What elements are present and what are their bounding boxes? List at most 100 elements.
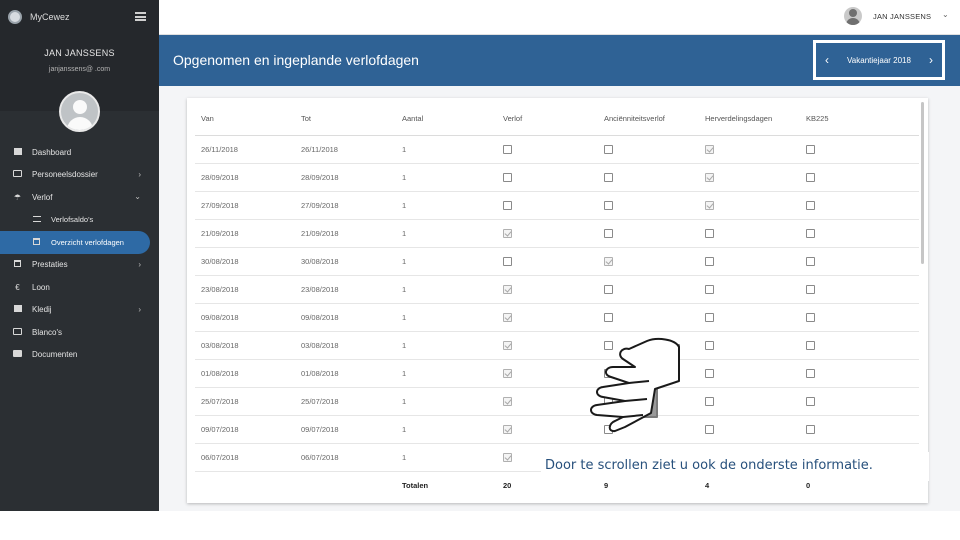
column-header-ancienniteitsverlof[interactable]: Anciënniteitsverlof xyxy=(598,103,699,136)
checkbox-cell xyxy=(699,331,800,360)
chevron-down-icon: ⌄ xyxy=(134,192,141,201)
checkbox-cell xyxy=(598,191,699,220)
kb225-checkbox[interactable] xyxy=(806,256,815,266)
kb225-checkbox[interactable] xyxy=(806,368,815,378)
verlof-checkbox[interactable] xyxy=(503,368,512,378)
page-title: Opgenomen en ingeplande verlofdagen xyxy=(173,52,419,68)
sidebar-item-label: Blanco's xyxy=(32,327,62,337)
verlof-checkbox[interactable] xyxy=(503,396,512,406)
cell-tot: 03/08/2018 xyxy=(295,331,396,360)
sidebar-item-prestaties[interactable]: Prestaties › xyxy=(0,254,159,277)
checkbox-cell xyxy=(800,275,919,304)
ancienniteitsverlof-checkbox[interactable] xyxy=(604,228,613,238)
user-menu-caret-icon[interactable]: ⌄ xyxy=(942,10,949,19)
sidebar-item-loon[interactable]: € Loon xyxy=(0,276,159,299)
cell-tot: 28/09/2018 xyxy=(295,163,396,192)
sidebar-item-kledij[interactable]: Kledij › xyxy=(0,299,159,322)
herverdelingsdagen-checkbox[interactable] xyxy=(705,256,714,266)
herverdelingsdagen-checkbox[interactable] xyxy=(705,368,714,378)
herverdelingsdagen-checkbox[interactable] xyxy=(705,200,714,210)
palm-tree-icon: ☂ xyxy=(13,192,22,202)
kb225-checkbox[interactable] xyxy=(806,424,815,434)
hamburger-menu-icon[interactable] xyxy=(135,12,146,21)
totals-label: Totalen xyxy=(402,480,429,490)
cell-van: 23/08/2018 xyxy=(195,275,295,304)
verlof-checkbox[interactable] xyxy=(503,424,512,434)
cell-aantal: 1 xyxy=(396,415,497,444)
cell-aantal: 1 xyxy=(396,219,497,248)
herverdelingsdagen-checkbox[interactable] xyxy=(705,172,714,182)
next-year-icon[interactable]: › xyxy=(929,53,933,67)
herverdelingsdagen-checkbox[interactable] xyxy=(705,396,714,406)
herverdelingsdagen-checkbox[interactable] xyxy=(705,284,714,294)
herverdelingsdagen-checkbox[interactable] xyxy=(705,340,714,350)
cell-tot: 09/08/2018 xyxy=(295,303,396,332)
verlof-checkbox[interactable] xyxy=(503,312,512,322)
sidebar-user-email: janjanssens@ .com xyxy=(48,66,111,73)
column-header-herverdelingsdagen[interactable]: Herverdelingsdagen xyxy=(699,103,800,136)
sidebar-item-label: Dashboard xyxy=(32,147,72,157)
kb225-checkbox[interactable] xyxy=(806,172,815,182)
verlof-checkbox[interactable] xyxy=(503,172,512,182)
herverdelingsdagen-checkbox[interactable] xyxy=(705,144,714,154)
kb225-checkbox[interactable] xyxy=(806,312,815,322)
column-header-tot[interactable]: Tot xyxy=(295,103,396,136)
column-header-aantal[interactable]: Aantal xyxy=(396,103,497,136)
top-user-name[interactable]: JAN JANSSENS xyxy=(873,12,931,21)
sidebar-item-dashboard[interactable]: Dashboard xyxy=(0,141,159,164)
cell-tot: 01/08/2018 xyxy=(295,359,396,388)
avatar xyxy=(59,91,100,132)
verlof-checkbox[interactable] xyxy=(503,284,512,294)
checkbox-cell xyxy=(497,303,598,332)
checkbox-cell xyxy=(699,359,800,388)
user-avatar-icon[interactable] xyxy=(844,7,862,25)
verlof-checkbox[interactable] xyxy=(503,144,512,154)
ancienniteitsverlof-checkbox[interactable] xyxy=(604,172,613,182)
column-header-verlof[interactable]: Verlof xyxy=(497,103,598,136)
table-row: 03/08/2018 03/08/2018 1 xyxy=(195,331,919,360)
kb225-checkbox[interactable] xyxy=(806,200,815,210)
euro-icon: € xyxy=(15,282,20,292)
herverdelingsdagen-checkbox[interactable] xyxy=(705,312,714,322)
list-icon xyxy=(32,215,41,224)
ancienniteitsverlof-checkbox[interactable] xyxy=(604,200,613,210)
verlof-checkbox[interactable] xyxy=(503,340,512,350)
previous-year-icon[interactable]: ‹ xyxy=(825,53,829,67)
checkbox-cell xyxy=(497,135,598,164)
scroll-hint-caption: Door te scrollen ziet u ook de onderste … xyxy=(541,452,929,481)
sidebar-item-label: Loon xyxy=(32,282,50,292)
sidebar-item-label: Verlof xyxy=(32,192,53,202)
checkbox-cell xyxy=(598,247,699,276)
sidebar-item-verlofsaldos[interactable]: Verlofsaldo's xyxy=(0,209,159,232)
table-row: 09/08/2018 09/08/2018 1 xyxy=(195,303,919,332)
verlof-checkbox[interactable] xyxy=(503,452,512,462)
column-header-van[interactable]: Van xyxy=(195,103,295,136)
checkbox-cell xyxy=(598,219,699,248)
sidebar-item-label: Verlofsaldo's xyxy=(51,215,94,225)
verlof-checkbox[interactable] xyxy=(503,228,512,238)
sidebar-item-documenten[interactable]: Documenten xyxy=(0,344,159,367)
kb225-checkbox[interactable] xyxy=(806,228,815,238)
chevron-right-icon: › xyxy=(138,304,141,314)
verlof-checkbox[interactable] xyxy=(503,200,512,210)
herverdelingsdagen-checkbox[interactable] xyxy=(705,228,714,238)
table-scrollbar[interactable] xyxy=(921,102,924,264)
cell-aantal: 1 xyxy=(396,163,497,192)
herverdelingsdagen-checkbox[interactable] xyxy=(705,424,714,434)
sidebar-item-verlof[interactable]: ☂ Verlof ⌄ xyxy=(0,186,159,209)
brand-logo[interactable]: MyCewez xyxy=(8,8,70,26)
column-header-kb225[interactable]: KB225 xyxy=(800,103,919,136)
sidebar-item-personeelsdossier[interactable]: Personeelsdossier › xyxy=(0,164,159,187)
verlof-checkbox[interactable] xyxy=(503,256,512,266)
kb225-checkbox[interactable] xyxy=(806,284,815,294)
kb225-checkbox[interactable] xyxy=(806,144,815,154)
ancienniteitsverlof-checkbox[interactable] xyxy=(604,256,613,266)
ancienniteitsverlof-checkbox[interactable] xyxy=(604,144,613,154)
kb225-checkbox[interactable] xyxy=(806,396,815,406)
ancienniteitsverlof-checkbox[interactable] xyxy=(604,312,613,322)
ancienniteitsverlof-checkbox[interactable] xyxy=(604,284,613,294)
kb225-checkbox[interactable] xyxy=(806,340,815,350)
checkbox-cell xyxy=(800,163,919,192)
sidebar-item-blancos[interactable]: Blanco's xyxy=(0,321,159,344)
sidebar-item-overzicht-verlofdagen[interactable]: Overzicht verlofdagen xyxy=(0,231,150,254)
